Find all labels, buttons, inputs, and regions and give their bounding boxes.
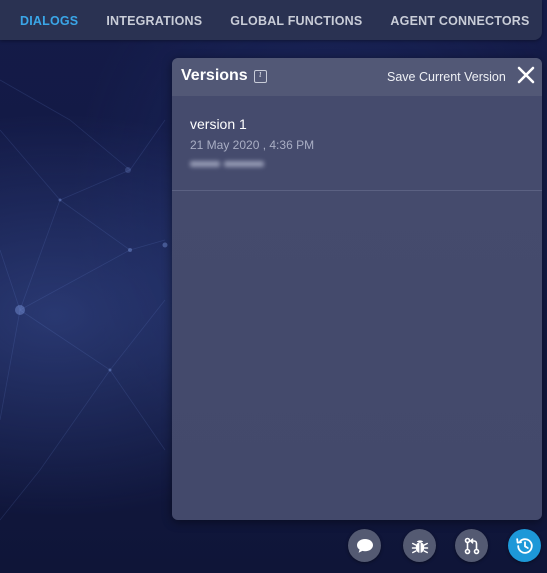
tab-global-functions[interactable]: GLOBAL FUNCTIONS (230, 0, 362, 40)
versions-panel: Versions Save Current Version version 1 … (172, 58, 542, 520)
close-icon[interactable] (516, 65, 536, 85)
versions-panel-title: Versions (181, 67, 248, 84)
save-current-version-button[interactable]: Save Current Version (387, 70, 506, 84)
versions-list-empty-area (172, 191, 542, 520)
version-history-button[interactable] (508, 529, 541, 562)
debug-button[interactable] (403, 529, 436, 562)
version-list-item[interactable]: version 1 21 May 2020 , 4:36 PM (172, 96, 542, 191)
tab-agent-connectors[interactable]: AGENT CONNECTORS (390, 0, 529, 40)
version-name: version 1 (190, 116, 247, 132)
tab-dialogs[interactable]: DIALOGS (20, 0, 78, 40)
version-date: 21 May 2020 , 4:36 PM (190, 138, 315, 152)
tab-integrations[interactable]: INTEGRATIONS (106, 0, 202, 40)
git-pull-request-icon (464, 537, 479, 554)
history-icon (515, 537, 533, 554)
chat-button[interactable] (348, 529, 381, 562)
pull-request-button[interactable] (455, 529, 488, 562)
chat-icon (356, 538, 373, 553)
top-navigation-bar: DIALOGS INTEGRATIONS GLOBAL FUNCTIONS AG… (0, 0, 542, 40)
info-icon[interactable] (254, 70, 267, 83)
versions-panel-header: Versions Save Current Version (172, 58, 542, 96)
version-author-redacted (190, 161, 264, 167)
bug-icon (411, 539, 428, 553)
